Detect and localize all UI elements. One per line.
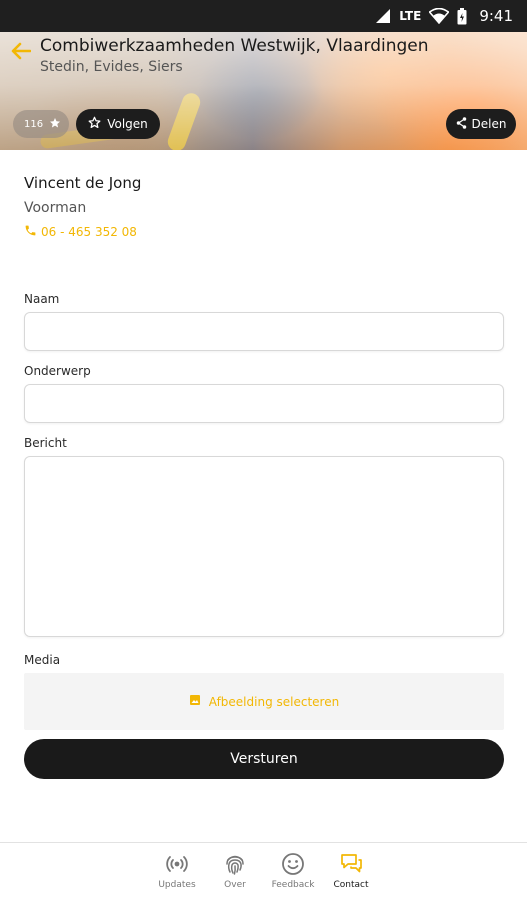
bottom-navigation: Updates Over Feedback Contact [0,842,527,900]
nav-label-feedback: Feedback [271,880,315,890]
project-subtitle: Stedin, Evides, Siers [40,59,183,75]
subject-input[interactable] [24,384,504,423]
nav-label-over: Over [224,880,246,890]
smiley-icon [280,851,306,877]
star-icon [49,117,61,132]
share-label: Delen [471,117,507,131]
fingerprint-icon [222,851,248,877]
nav-label-updates: Updates [158,880,196,890]
name-input[interactable] [24,312,504,351]
contact-name: Vincent de Jong [24,174,142,192]
network-type: LTE [399,9,422,23]
select-image-label: Afbeelding selecteren [208,694,340,709]
follow-button[interactable]: Volgen [76,109,160,139]
star-outline-icon [88,116,101,132]
chat-icon [338,851,364,877]
share-icon [456,116,467,132]
follower-count-badge: 116 [13,110,69,138]
nav-item-contact[interactable]: Contact [321,851,381,890]
message-textarea[interactable] [24,456,504,637]
back-arrow-icon[interactable] [10,40,32,62]
name-label: Naam [24,292,60,306]
battery-icon [457,7,467,25]
nav-item-updates[interactable]: Updates [147,851,207,890]
media-label: Media [24,653,61,667]
phone-icon [24,224,37,240]
project-header: Combiwerkzaamheden Westwijk, Vlaardingen… [0,32,527,150]
contact-role: Voorman [24,200,87,216]
wifi-icon [429,8,450,24]
nav-label-contact: Contact [333,880,369,890]
contact-card: Vincent de Jong Voorman 06 - 465 352 08 [24,174,504,240]
project-title: Combiwerkzaamheden Westwijk, Vlaardingen [40,36,429,56]
submit-button[interactable]: Versturen [24,739,504,779]
message-label: Bericht [24,436,67,450]
follower-count: 116 [24,118,44,130]
contact-phone-link[interactable]: 06 - 465 352 08 [24,224,504,240]
follow-label: Volgen [107,117,148,131]
clock: 9:41 [479,7,513,25]
nav-item-feedback[interactable]: Feedback [263,851,323,890]
select-image-button[interactable]: Afbeelding selecteren [24,673,504,730]
subject-label: Onderwerp [24,364,91,378]
share-button[interactable]: Delen [446,109,516,139]
image-icon [189,694,201,709]
contact-phone-number: 06 - 465 352 08 [41,225,137,239]
status-bar: LTE 9:41 [0,0,527,32]
broadcast-icon [164,851,190,877]
signal-icon [375,8,391,24]
nav-item-over[interactable]: Over [205,851,265,890]
